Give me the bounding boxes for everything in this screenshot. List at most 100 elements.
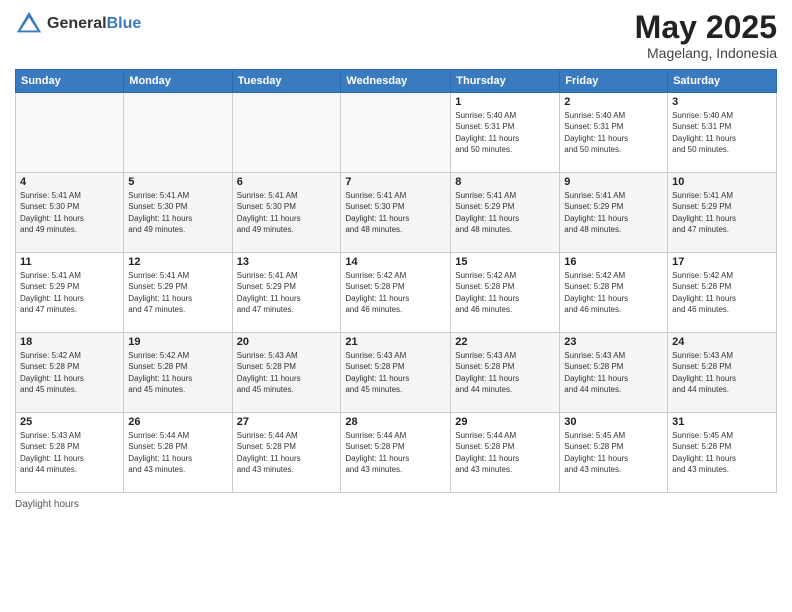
- table-row: 29 Sunrise: 5:44 AM Sunset: 5:28 PM Dayli…: [451, 413, 560, 493]
- table-row: 28Sunrise: 5:44 AM Sunset: 5:28 PM Dayli…: [341, 413, 451, 493]
- day-number: 5: [128, 176, 227, 188]
- table-row: 25Sunrise: 5:43 AM Sunset: 5:28 PM Dayli…: [16, 413, 124, 493]
- calendar-header-row: Sunday Monday Tuesday Wednesday Thursday…: [16, 70, 777, 93]
- day-info: Sunrise: 5:41 AM Sunset: 5:29 PM Dayligh…: [20, 270, 119, 315]
- table-row: 20Sunrise: 5:43 AM Sunset: 5:28 PM Dayli…: [232, 333, 341, 413]
- day-info: Sunrise: 5:45 AM Sunset: 5:28 PM Dayligh…: [564, 430, 663, 475]
- day-info: Sunrise: 5:43 AM Sunset: 5:28 PM Dayligh…: [237, 350, 337, 395]
- day-info: Sunrise: 5:41 AM Sunset: 5:29 PM Dayligh…: [564, 190, 663, 235]
- day-number: 16: [564, 256, 663, 268]
- day-number: 13: [237, 256, 337, 268]
- day-number: 31: [672, 416, 772, 428]
- day-number: 2: [564, 96, 663, 108]
- day-info: Sunrise: 5:44 AM Sunset: 5:28 PM Dayligh…: [128, 430, 227, 475]
- day-number: 12: [128, 256, 227, 268]
- day-number: 29: [455, 416, 555, 428]
- day-info: Sunrise: 5:44 AM Sunset: 5:28 PM Dayligh…: [455, 430, 555, 475]
- week-row-2: 11 Sunrise: 5:41 AM Sunset: 5:29 PM Dayli…: [16, 253, 777, 333]
- table-row: 24 Sunrise: 5:43 AM Sunset: 5:28 PM Dayli…: [668, 333, 777, 413]
- day-info: Sunrise: 5:44 AM Sunset: 5:28 PM Dayligh…: [237, 430, 337, 475]
- week-row-4: 25Sunrise: 5:43 AM Sunset: 5:28 PM Dayli…: [16, 413, 777, 493]
- month-year: May 2025: [635, 10, 777, 45]
- week-row-3: 18Sunrise: 5:42 AM Sunset: 5:28 PM Dayli…: [16, 333, 777, 413]
- header-friday: Friday: [560, 70, 668, 93]
- header-monday: Monday: [124, 70, 232, 93]
- table-row: 15 Sunrise: 5:42 AM Sunset: 5:28 PM Dayli…: [451, 253, 560, 333]
- table-row: 26 Sunrise: 5:44 AM Sunset: 5:28 PM Dayli…: [124, 413, 232, 493]
- day-info: Sunrise: 5:43 AM Sunset: 5:28 PM Dayligh…: [564, 350, 663, 395]
- week-row-0: 1 Sunrise: 5:40 AM Sunset: 5:31 PM Daylig…: [16, 93, 777, 173]
- day-info: Sunrise: 5:41 AM Sunset: 5:29 PM Dayligh…: [128, 270, 227, 315]
- page: GeneralBlue May 2025 Magelang, Indonesia…: [0, 0, 792, 612]
- day-number: 19: [128, 336, 227, 348]
- table-row: 17 Sunrise: 5:42 AM Sunset: 5:28 PM Dayli…: [668, 253, 777, 333]
- table-row: 13 Sunrise: 5:41 AM Sunset: 5:29 PM Dayli…: [232, 253, 341, 333]
- table-row: 30 Sunrise: 5:45 AM Sunset: 5:28 PM Dayli…: [560, 413, 668, 493]
- footer: Daylight hours: [15, 499, 777, 510]
- day-number: 23: [564, 336, 663, 348]
- day-info: Sunrise: 5:42 AM Sunset: 5:28 PM Dayligh…: [455, 270, 555, 315]
- day-number: 10: [672, 176, 772, 188]
- day-info: Sunrise: 5:42 AM Sunset: 5:28 PM Dayligh…: [128, 350, 227, 395]
- table-row: 22 Sunrise: 5:43 AM Sunset: 5:28 PM Dayli…: [451, 333, 560, 413]
- day-number: 6: [237, 176, 337, 188]
- day-number: 21: [345, 336, 446, 348]
- day-number: 3: [672, 96, 772, 108]
- day-number: 8: [455, 176, 555, 188]
- table-row: [124, 93, 232, 173]
- header-tuesday: Tuesday: [232, 70, 341, 93]
- logo-blue: Blue: [107, 15, 142, 32]
- day-info: Sunrise: 5:44 AM Sunset: 5:28 PM Dayligh…: [345, 430, 446, 475]
- logo: GeneralBlue: [15, 10, 141, 38]
- table-row: 1 Sunrise: 5:40 AM Sunset: 5:31 PM Daylig…: [451, 93, 560, 173]
- header-saturday: Saturday: [668, 70, 777, 93]
- table-row: 21Sunrise: 5:43 AM Sunset: 5:28 PM Dayli…: [341, 333, 451, 413]
- day-info: Sunrise: 5:42 AM Sunset: 5:28 PM Dayligh…: [20, 350, 119, 395]
- day-number: 30: [564, 416, 663, 428]
- week-row-1: 4Sunrise: 5:41 AM Sunset: 5:30 PM Daylig…: [16, 173, 777, 253]
- table-row: 11 Sunrise: 5:41 AM Sunset: 5:29 PM Dayli…: [16, 253, 124, 333]
- day-info: Sunrise: 5:43 AM Sunset: 5:28 PM Dayligh…: [672, 350, 772, 395]
- day-info: Sunrise: 5:41 AM Sunset: 5:29 PM Dayligh…: [237, 270, 337, 315]
- day-number: 26: [128, 416, 227, 428]
- day-number: 22: [455, 336, 555, 348]
- header: GeneralBlue May 2025 Magelang, Indonesia: [15, 10, 777, 61]
- day-info: Sunrise: 5:40 AM Sunset: 5:31 PM Dayligh…: [672, 110, 772, 155]
- table-row: 14 Sunrise: 5:42 AM Sunset: 5:28 PM Dayli…: [341, 253, 451, 333]
- day-info: Sunrise: 5:41 AM Sunset: 5:29 PM Dayligh…: [455, 190, 555, 235]
- table-row: 31Sunrise: 5:45 AM Sunset: 5:28 PM Dayli…: [668, 413, 777, 493]
- day-info: Sunrise: 5:42 AM Sunset: 5:28 PM Dayligh…: [564, 270, 663, 315]
- table-row: [232, 93, 341, 173]
- day-number: 25: [20, 416, 119, 428]
- table-row: [341, 93, 451, 173]
- logo-icon: [15, 10, 43, 38]
- day-info: Sunrise: 5:43 AM Sunset: 5:28 PM Dayligh…: [455, 350, 555, 395]
- table-row: [16, 93, 124, 173]
- table-row: 18Sunrise: 5:42 AM Sunset: 5:28 PM Dayli…: [16, 333, 124, 413]
- table-row: 8 Sunrise: 5:41 AM Sunset: 5:29 PM Daylig…: [451, 173, 560, 253]
- header-sunday: Sunday: [16, 70, 124, 93]
- day-number: 24: [672, 336, 772, 348]
- table-row: 4Sunrise: 5:41 AM Sunset: 5:30 PM Daylig…: [16, 173, 124, 253]
- header-wednesday: Wednesday: [341, 70, 451, 93]
- day-number: 15: [455, 256, 555, 268]
- day-info: Sunrise: 5:42 AM Sunset: 5:28 PM Dayligh…: [345, 270, 446, 315]
- day-info: Sunrise: 5:40 AM Sunset: 5:31 PM Dayligh…: [455, 110, 555, 155]
- daylight-label: Daylight hours: [15, 499, 79, 510]
- table-row: 27 Sunrise: 5:44 AM Sunset: 5:28 PM Dayli…: [232, 413, 341, 493]
- day-number: 17: [672, 256, 772, 268]
- day-number: 14: [345, 256, 446, 268]
- day-number: 7: [345, 176, 446, 188]
- day-info: Sunrise: 5:42 AM Sunset: 5:28 PM Dayligh…: [672, 270, 772, 315]
- day-info: Sunrise: 5:41 AM Sunset: 5:29 PM Dayligh…: [672, 190, 772, 235]
- table-row: 16 Sunrise: 5:42 AM Sunset: 5:28 PM Dayli…: [560, 253, 668, 333]
- title-block: May 2025 Magelang, Indonesia: [635, 10, 777, 61]
- day-number: 11: [20, 256, 119, 268]
- table-row: 19 Sunrise: 5:42 AM Sunset: 5:28 PM Dayli…: [124, 333, 232, 413]
- day-number: 27: [237, 416, 337, 428]
- day-number: 1: [455, 96, 555, 108]
- logo-general: General: [47, 15, 107, 32]
- header-thursday: Thursday: [451, 70, 560, 93]
- table-row: 6Sunrise: 5:41 AM Sunset: 5:30 PM Daylig…: [232, 173, 341, 253]
- table-row: 2Sunrise: 5:40 AM Sunset: 5:31 PM Daylig…: [560, 93, 668, 173]
